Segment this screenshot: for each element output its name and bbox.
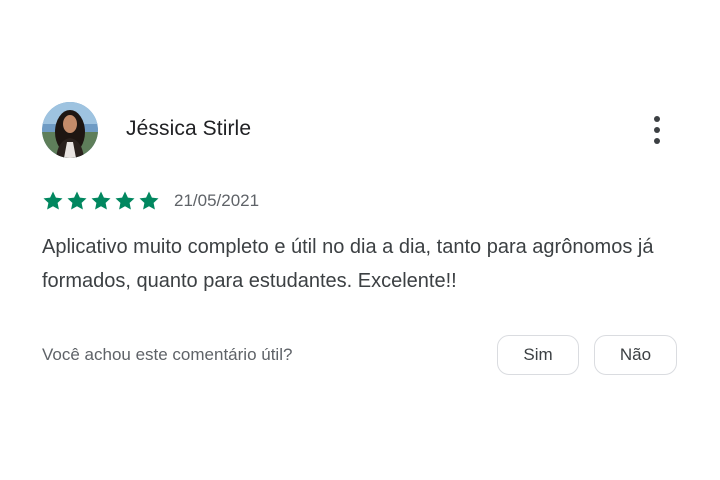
review-card: Jéssica Stirle 21/05/2021 Aplicativo mui… — [0, 0, 720, 480]
more-vert-icon-dot — [654, 127, 660, 133]
review-text: Aplicativo muito completo e útil no dia … — [42, 236, 654, 292]
helpful-yes-button[interactable]: Sim — [497, 335, 579, 375]
more-vert-icon-dot — [654, 138, 660, 144]
star-icon — [138, 190, 160, 212]
star-icon — [90, 190, 112, 212]
star-rating — [42, 190, 160, 212]
author-name: Jéssica Stirle — [126, 117, 252, 140]
avatar — [42, 102, 98, 158]
star-icon — [66, 190, 88, 212]
helpful-no-button[interactable]: Não — [594, 335, 677, 375]
star-icon — [42, 190, 64, 212]
helpful-question: Você achou este comentário útil? — [42, 345, 293, 364]
rating-row: 21/05/2021 — [42, 189, 259, 213]
star-icon — [114, 190, 136, 212]
more-options-button[interactable] — [640, 110, 674, 150]
more-vert-icon — [654, 116, 660, 122]
review-date: 21/05/2021 — [174, 191, 260, 210]
